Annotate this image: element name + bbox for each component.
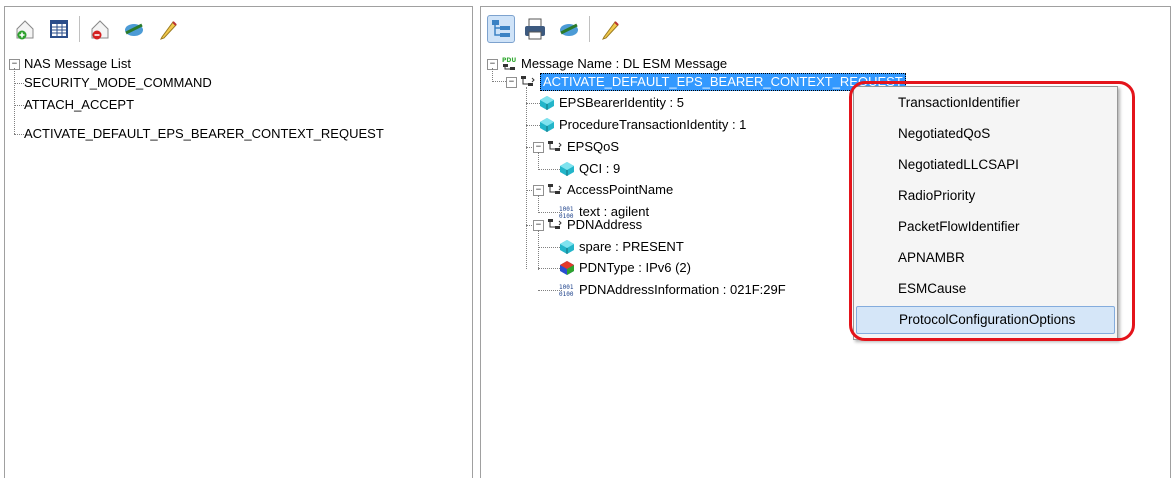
pdu-icon: PDU (501, 56, 517, 72)
remove-tab-icon[interactable] (86, 15, 114, 43)
field-cube-icon (539, 95, 555, 111)
tree-node-message-name[interactable]: − PDU Message Name : DL ESM Message (487, 55, 727, 73)
tree-leaf-pdn-type[interactable]: PDNType : IPv6 (2) (559, 259, 691, 277)
tree-label-eps-qos: EPSQoS (567, 139, 620, 154)
tree-label-qci: QCI : 9 (579, 161, 621, 176)
structure-icon (547, 139, 563, 155)
tree-leaf-procedure-transaction-identity[interactable]: ProcedureTransactionIdentity : 1 (539, 116, 746, 134)
collapse-icon[interactable]: − (533, 141, 544, 153)
svg-text:0100: 0100 (559, 291, 574, 298)
tree-connector (538, 230, 539, 270)
tree-connector (14, 68, 15, 134)
tree-node-pdn-address[interactable]: − PDNAddress (533, 216, 642, 234)
svg-text:1001: 1001 (559, 284, 574, 291)
add-tab-icon[interactable] (11, 15, 39, 43)
tree-item-label: SECURITY_MODE_COMMAND (24, 75, 212, 90)
svg-text:PDU: PDU (502, 57, 516, 64)
toolbar-separator (79, 16, 80, 42)
message-list-pane: − NAS Message List SECURITY_MODE_COMMAND… (4, 6, 473, 478)
tree-label-pdn-address: PDNAddress (567, 217, 643, 232)
binary-icon: 1001 0100 (559, 282, 575, 298)
structure-icon (547, 182, 563, 198)
tree-connector (14, 134, 24, 135)
tree-connector (14, 83, 24, 84)
tree-label-message-name: Message Name : DL ESM Message (521, 56, 728, 71)
tree-view-icon[interactable] (487, 15, 515, 43)
structure-icon (547, 217, 563, 233)
tree-item-security-mode-command[interactable]: SECURITY_MODE_COMMAND (24, 74, 212, 92)
tree-label-access-point-name: AccessPointName (567, 182, 674, 197)
tree-label-pdn-type: PDNType : IPv6 (2) (579, 260, 691, 275)
tree-label-root: NAS Message List (24, 56, 131, 71)
tree-connector (492, 81, 506, 82)
tree-leaf-qci[interactable]: QCI : 9 (559, 160, 620, 178)
tree-leaf-pdn-address-information[interactable]: 1001 0100 PDNAddressInformation : 021F:29… (559, 281, 786, 299)
tree-item-label: ACTIVATE_DEFAULT_EPS_BEARER_CONTEXT_REQU… (24, 126, 384, 141)
structure-icon (520, 74, 536, 90)
field-cube-icon (559, 239, 575, 255)
send-icon[interactable] (555, 15, 583, 43)
tree-connector (538, 195, 539, 211)
tree-node-access-point-name[interactable]: − AccessPointName (533, 181, 673, 199)
tree-connector (14, 105, 24, 106)
tree-item-attach-accept[interactable]: ATTACH_ACCEPT (24, 96, 134, 114)
toolbar-separator (589, 16, 590, 42)
tree-leaf-spare[interactable]: spare : PRESENT (559, 238, 684, 256)
field-cube-icon (539, 117, 555, 133)
edit-icon[interactable] (596, 15, 624, 43)
enum-cube-icon (559, 260, 575, 276)
tree-item-activate-default-eps-bearer[interactable]: ACTIVATE_DEFAULT_EPS_BEARER_CONTEXT_REQU… (24, 125, 384, 143)
tree-item-label: ATTACH_ACCEPT (24, 97, 135, 112)
collapse-icon[interactable]: − (533, 184, 544, 196)
tree-label-procedure-transaction-identity: ProcedureTransactionIdentity : 1 (559, 117, 747, 132)
right-toolbar (487, 11, 624, 47)
highlight-annotation (849, 81, 1135, 341)
table-icon[interactable] (45, 15, 73, 43)
tree-node-root[interactable]: − NAS Message List (9, 55, 131, 73)
tree-label-eps-bearer-identity: EPSBearerIdentity : 5 (559, 95, 685, 110)
tree-label-spare: spare : PRESENT (579, 239, 684, 254)
tree-connector (492, 68, 493, 80)
svg-text:1001: 1001 (559, 206, 574, 213)
tree-connector (526, 87, 527, 269)
collapse-icon[interactable]: − (506, 76, 517, 88)
print-icon[interactable] (521, 15, 549, 43)
tree-connector (538, 152, 539, 168)
collapse-icon[interactable]: − (533, 219, 544, 231)
edit-icon[interactable] (154, 15, 182, 43)
send-icon[interactable] (120, 15, 148, 43)
tree-node-activate-default-eps-bearer[interactable]: − ACTIVATE_DEFAULT_EPS_BEARER_CONTEXT_RE… (506, 73, 906, 91)
left-toolbar (11, 11, 182, 47)
tree-leaf-eps-bearer-identity[interactable]: EPSBearerIdentity : 5 (539, 94, 684, 112)
tree-label-pdn-address-information: PDNAddressInformation : 021F:29F (579, 282, 786, 297)
tree-node-eps-qos[interactable]: − EPSQoS (533, 138, 619, 156)
field-cube-icon (559, 161, 575, 177)
